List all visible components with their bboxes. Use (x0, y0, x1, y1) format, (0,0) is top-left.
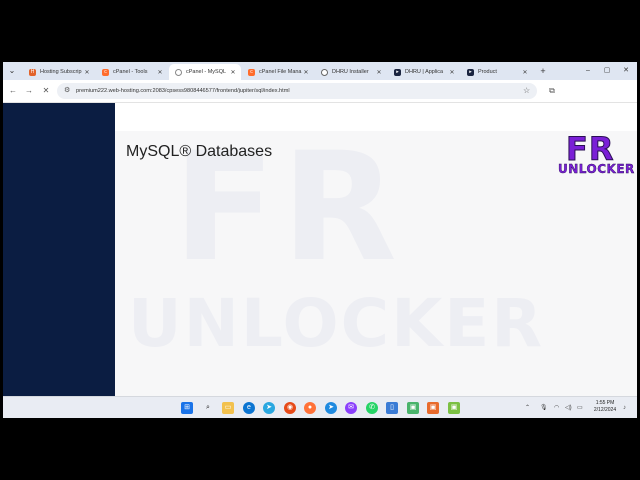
system-clock[interactable]: 1:55 PM 2/12/2024 (590, 400, 620, 414)
fr-unlocker-logo: FR UNLOCKER (558, 130, 635, 177)
telegram-icon[interactable]: ➤ (263, 402, 275, 414)
wifi-icon[interactable]: ◠ (554, 403, 559, 413)
back-arrow-icon[interactable]: ← (7, 85, 19, 97)
close-tab-icon[interactable]: ✕ (229, 69, 237, 76)
microphone-icon[interactable]: 🎙 (540, 403, 548, 413)
tab-cpanel-mysql[interactable]: cPanel - MySQL ✕ (169, 64, 241, 80)
tab-dhru-installer[interactable]: DHRU Installer ✕ (315, 64, 387, 80)
chevron-up-icon[interactable]: ⌃ (525, 403, 530, 413)
stop-loading-icon[interactable]: ✕ (40, 85, 52, 97)
address-bar[interactable]: ⚙ premium222.web-hosting.com:2083/cpsess… (57, 83, 537, 99)
dhru-favicon-icon: ▸ (394, 68, 401, 76)
close-tab-icon[interactable]: ✕ (156, 69, 164, 76)
edge-icon[interactable]: e (243, 402, 255, 414)
forward-arrow-icon[interactable]: → (23, 85, 35, 97)
search-icon[interactable]: ⌕ (202, 402, 214, 414)
page-title: MySQL® Databases (126, 143, 273, 160)
tab-product[interactable]: ▸ Product ✕ (461, 64, 533, 80)
hosting-favicon-icon: H (29, 68, 36, 76)
dhru-favicon-icon: ▸ (467, 68, 474, 76)
tab-cpanel-tools[interactable]: c cPanel - Tools ✕ (96, 64, 168, 80)
tab-strip: ⌄ H Hosting Subscrip ✕ c cPanel - Tools … (3, 62, 637, 80)
tab-label: Product (478, 69, 497, 75)
close-tab-icon[interactable]: ✕ (302, 69, 310, 76)
firefox-icon[interactable]: ● (304, 402, 316, 414)
url-text[interactable]: premium222.web-hosting.com:2083/cpsess98… (76, 83, 290, 99)
site-info-icon[interactable]: ⚙ (64, 86, 74, 96)
tab-hosting-subscription[interactable]: H Hosting Subscrip ✕ (23, 64, 95, 80)
cpanel-favicon-icon: c (248, 68, 255, 76)
close-window-icon[interactable]: ✕ (619, 65, 633, 77)
loading-favicon-icon (175, 68, 182, 76)
watermark-unlocker: UNLOCKER (128, 285, 545, 362)
clock-time: 1:55 PM (595, 400, 615, 406)
app-icon[interactable]: ▯ (386, 402, 398, 414)
telegram-desktop-icon[interactable]: ➤ (325, 402, 337, 414)
bookmark-star-icon[interactable]: ☆ (523, 85, 530, 97)
close-tab-icon[interactable]: ✕ (83, 69, 91, 76)
notification-bell-icon[interactable]: ♪ (623, 403, 626, 413)
windows-taskbar: ⊞ ⌕ ▭ e ➤ ◉ ● ➤ ✉ ✆ ▯ ▣ ▣ ▣ ⌃ 🎙 ◠ ◁) ▭ 1… (3, 396, 637, 418)
tab-label: cPanel - Tools (113, 69, 148, 75)
whatsapp-icon[interactable]: ✆ (366, 402, 378, 414)
tab-label: DHRU | Applica (405, 69, 444, 75)
battery-icon[interactable]: ▭ (577, 403, 583, 413)
windows-start-icon[interactable]: ⊞ (181, 402, 193, 414)
close-tab-icon[interactable]: ✕ (448, 69, 456, 76)
tab-dhru-application[interactable]: ▸ DHRU | Applica ✕ (388, 64, 460, 80)
app-lime-icon[interactable]: ▣ (448, 402, 460, 414)
chrome-icon[interactable]: ◉ (284, 402, 296, 414)
globe-favicon-icon (321, 68, 328, 76)
page-content: FR UNLOCKER MySQL® Databases (3, 103, 637, 396)
tab-label: DHRU Installer (332, 69, 369, 75)
extensions-icon[interactable]: ⧉ (546, 85, 558, 97)
screen: ⌄ H Hosting Subscrip ✕ c cPanel - Tools … (3, 62, 637, 418)
volume-icon[interactable]: ◁) (565, 403, 572, 413)
address-bar-row: ← → ✕ ⚙ premium222.web-hosting.com:2083/… (3, 80, 637, 103)
close-tab-icon[interactable]: ✕ (375, 69, 383, 76)
minimize-icon[interactable]: – (581, 65, 595, 77)
tab-label: cPanel - MySQL (186, 69, 227, 75)
messenger-icon[interactable]: ✉ (345, 402, 357, 414)
cpanel-sidebar (3, 103, 115, 396)
logo-unlocker-text: UNLOCKER (558, 162, 635, 176)
new-tab-icon[interactable]: + (537, 65, 549, 77)
tab-cpanel-file-manager[interactable]: c cPanel File Mana ✕ (242, 64, 314, 80)
maximize-icon[interactable]: ▢ (600, 65, 614, 77)
tab-search-icon[interactable]: ⌄ (6, 65, 18, 77)
file-explorer-icon[interactable]: ▭ (222, 402, 234, 414)
app-orange-icon[interactable]: ▣ (427, 402, 439, 414)
app-green-icon[interactable]: ▣ (407, 402, 419, 414)
tab-label: cPanel File Mana (259, 69, 302, 75)
tab-label: Hosting Subscrip (40, 69, 82, 75)
cpanel-favicon-icon: c (102, 68, 109, 76)
close-tab-icon[interactable]: ✕ (521, 69, 529, 76)
clock-date: 2/12/2024 (593, 407, 617, 413)
